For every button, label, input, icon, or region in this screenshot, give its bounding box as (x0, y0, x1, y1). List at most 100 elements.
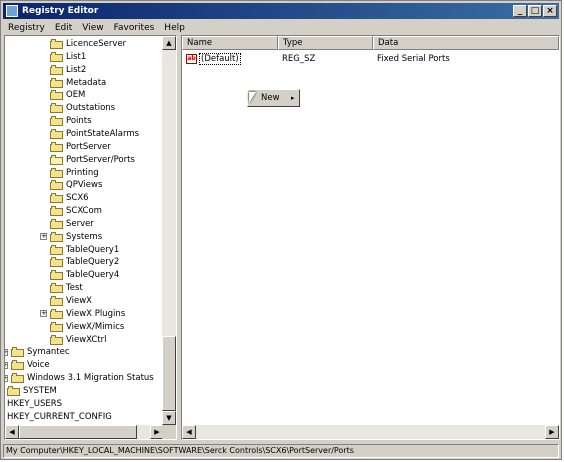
tree-node-label: ViewX (66, 296, 92, 306)
tree-node[interactable]: TableQuery4 (50, 269, 119, 281)
scroll-down-icon[interactable]: ▼ (162, 411, 176, 425)
column-name[interactable]: Name (182, 36, 278, 50)
tree-node[interactable]: OEM (50, 89, 85, 101)
folder-icon (50, 51, 63, 62)
tree-node-label: Windows 3.1 Migration Status (27, 373, 154, 384)
value-name[interactable]: (Default) (199, 52, 241, 65)
title-bar[interactable]: Registry Editor _ □ × (3, 3, 559, 19)
tree-vertical-scrollbar[interactable]: ▲ ▼ (162, 36, 176, 425)
tree-node[interactable]: Metadata (50, 77, 106, 89)
tree-node[interactable]: TableQuery1 (50, 244, 119, 256)
tree-node[interactable]: List1 (50, 51, 86, 63)
folder-icon (50, 39, 63, 49)
menu-edit[interactable]: Edit (50, 23, 77, 33)
tree-node-label: Systems (66, 231, 103, 242)
tree-node[interactable]: + Symantec (5, 346, 70, 358)
tree-node[interactable]: PointStateAlarms (50, 128, 139, 140)
folder-icon (50, 308, 63, 319)
folder-icon (50, 257, 63, 268)
tree-node[interactable]: Printing (50, 167, 99, 179)
folder-icon (50, 116, 63, 127)
value-data: Fixed Serial Ports (377, 53, 450, 64)
expand-plus-icon[interactable]: + (5, 348, 8, 356)
tree-node[interactable]: + Voice (5, 359, 50, 371)
folder-icon (50, 296, 63, 306)
tree-node[interactable]: + Systems (40, 231, 102, 243)
tree-node-label: Symantec (27, 347, 70, 358)
tree-node-label: QPViews (66, 180, 103, 191)
values-scroll-left-icon[interactable]: ◀ (182, 425, 196, 439)
expand-plus-icon[interactable]: + (5, 374, 8, 382)
menu-view[interactable]: View (77, 23, 108, 33)
folder-icon (50, 270, 63, 281)
tree-node-label: SYSTEM (23, 385, 57, 396)
value-row[interactable]: ab (Default) REG_SZ Fixed Serial Ports (182, 52, 450, 65)
tree-node[interactable]: Server (50, 218, 94, 230)
tree-node[interactable]: TableQuery2 (50, 256, 119, 268)
tree-node-label: Voice (27, 360, 50, 371)
tree-node-label: PortServer (66, 141, 111, 152)
tree-node-label: Printing (66, 167, 99, 178)
tree-node[interactable]: List2 (50, 64, 86, 76)
folder-icon (50, 231, 63, 242)
column-data[interactable]: Data (373, 36, 559, 50)
tree-node[interactable]: Outstations (50, 102, 115, 114)
tree-hscroll-thumb[interactable] (19, 425, 137, 439)
minimize-button[interactable]: _ (513, 5, 527, 17)
ab-string-icon: ab (186, 53, 197, 64)
values-scroll-right-icon[interactable]: ▶ (545, 425, 559, 439)
folder-icon (11, 373, 24, 384)
tree-node[interactable]: ViewXCtrl (50, 334, 107, 346)
expand-plus-icon[interactable]: + (5, 361, 8, 369)
expand-plus-icon[interactable]: + (40, 233, 47, 241)
tree-node[interactable]: Test (50, 282, 83, 294)
tree-node-label: TableQuery4 (66, 270, 120, 281)
folder-icon (50, 167, 63, 178)
tree-node[interactable]: PortServer/Ports (50, 154, 135, 166)
menu-favorites[interactable]: Favorites (109, 23, 160, 33)
tree-node-label: TableQuery1 (66, 244, 120, 255)
close-button[interactable]: × (543, 5, 557, 17)
tree-node[interactable]: ViewX (50, 295, 92, 307)
tree-node-label: Metadata (66, 77, 107, 88)
folder-icon (50, 206, 63, 217)
tree-node[interactable]: + Windows 3.1 Migration Status (5, 372, 154, 384)
expand-plus-icon[interactable]: + (40, 310, 47, 318)
tree-node-label: SCX6 (66, 193, 89, 204)
tree-node[interactable]: SCX6 (50, 192, 89, 204)
context-menu-new[interactable]: New (261, 93, 291, 103)
folder-icon (50, 141, 63, 152)
tree-node[interactable]: + ViewX Plugins (40, 308, 125, 320)
folder-icon (50, 334, 63, 345)
tree-node[interactable]: PortServer (50, 141, 111, 153)
tree-node-label: PointStateAlarms (66, 128, 140, 139)
tree-scroll-thumb[interactable] (162, 336, 176, 411)
scroll-left-icon[interactable]: ◀ (5, 425, 19, 439)
tree-node-label: List2 (66, 64, 87, 75)
tree-node[interactable]: QPViews (50, 179, 102, 191)
submenu-arrow-icon: ▸ (291, 94, 295, 102)
tree-node[interactable]: Points (50, 115, 92, 127)
tree-node[interactable]: HKEY_CURRENT_CONFIG (7, 411, 112, 423)
tree-node[interactable]: ViewX/Mimics (50, 321, 124, 333)
tree-node-label: ViewXCtrl (66, 334, 107, 345)
menu-help[interactable]: Help (159, 23, 190, 33)
folder-icon (50, 321, 63, 332)
tree-node-label: LicenceServer (66, 39, 127, 49)
scroll-corner (162, 425, 176, 439)
folder-icon (50, 90, 63, 101)
window-title: Registry Editor (22, 6, 99, 16)
menu-registry[interactable]: Registry (3, 23, 50, 33)
tree-node[interactable]: LicenceServer (50, 38, 126, 50)
folder-icon (50, 180, 63, 191)
values-pane[interactable]: Name Type Data ab (Default) REG_SZ Fixed… (181, 35, 560, 440)
tree-horizontal-scrollbar[interactable]: ◀ ▶ (5, 425, 164, 439)
scroll-up-icon[interactable]: ▲ (162, 36, 176, 50)
tree-node[interactable]: SCXCom (50, 205, 102, 217)
maximize-button[interactable]: □ (528, 5, 542, 17)
tree-node[interactable]: HKEY_USERS (7, 398, 62, 410)
column-type[interactable]: Type (278, 36, 373, 50)
key-tree-pane: LicenceServer List1 List2 Metadata OEM Outsta… (4, 35, 177, 440)
values-horizontal-scrollbar[interactable]: ◀ ▶ (182, 425, 559, 439)
tree-node[interactable]: SYSTEM (7, 385, 57, 397)
